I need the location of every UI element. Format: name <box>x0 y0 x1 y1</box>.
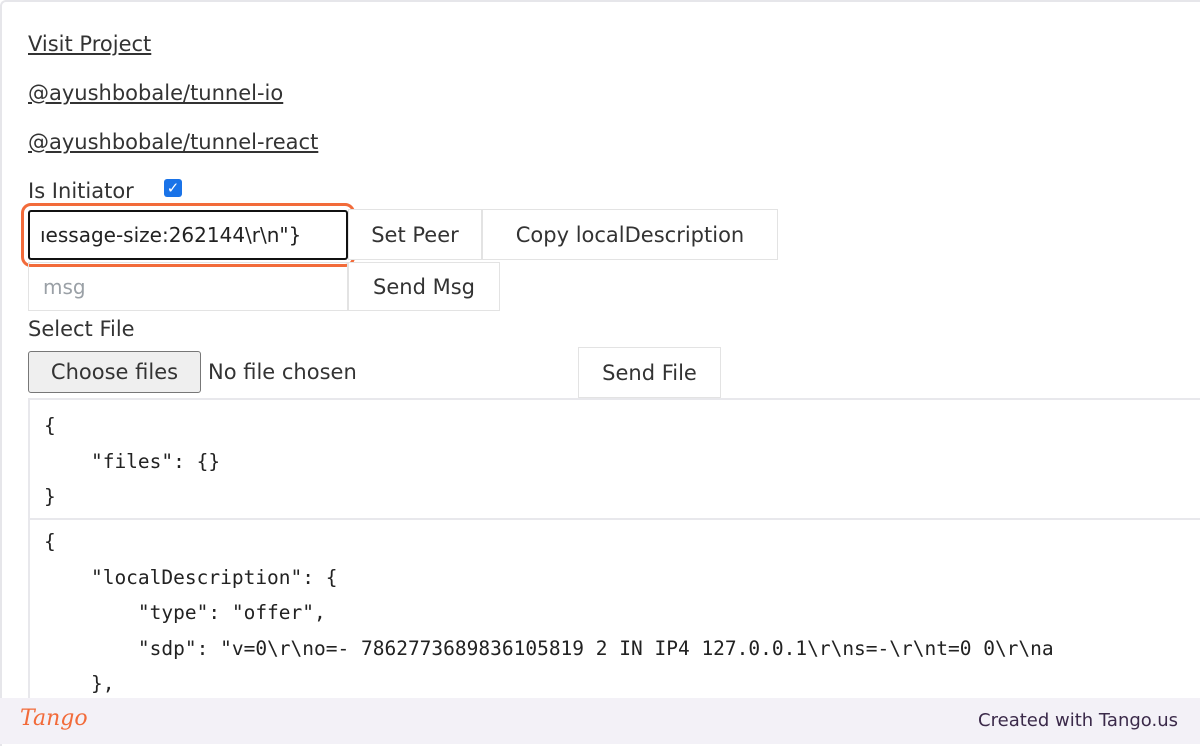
is-initiator-label: Is Initiator <box>28 179 134 203</box>
send-file-button[interactable]: Send File <box>578 347 721 398</box>
files-json-output: { "files": {} } <box>28 398 1200 520</box>
visit-project-link[interactable]: Visit Project <box>28 32 151 56</box>
copy-local-description-button[interactable]: Copy localDescription <box>482 209 778 260</box>
choose-files-button[interactable]: Choose files <box>28 351 201 393</box>
set-peer-button[interactable]: Set Peer <box>348 209 482 260</box>
tunnel-react-link[interactable]: @ayushbobale/tunnel-react <box>28 130 318 154</box>
tunnel-io-link[interactable]: @ayushbobale/tunnel-io <box>28 81 283 105</box>
send-msg-button[interactable]: Send Msg <box>348 262 500 311</box>
footer-credit[interactable]: Created with Tango.us <box>978 710 1178 731</box>
is-initiator-checkbox[interactable]: ✓ <box>164 179 182 197</box>
tango-logo: Tango <box>20 706 88 731</box>
local-description-json-output: { "localDescription": { "type": "offer",… <box>28 518 1200 708</box>
msg-input[interactable]: msg <box>28 262 348 311</box>
file-status: No file chosen <box>208 360 357 384</box>
peer-description-input[interactable]: ıessage-size:262144\r\n"} <box>28 210 348 260</box>
select-file-label: Select File <box>28 317 135 341</box>
footer: Tango Created with Tango.us <box>0 698 1200 744</box>
